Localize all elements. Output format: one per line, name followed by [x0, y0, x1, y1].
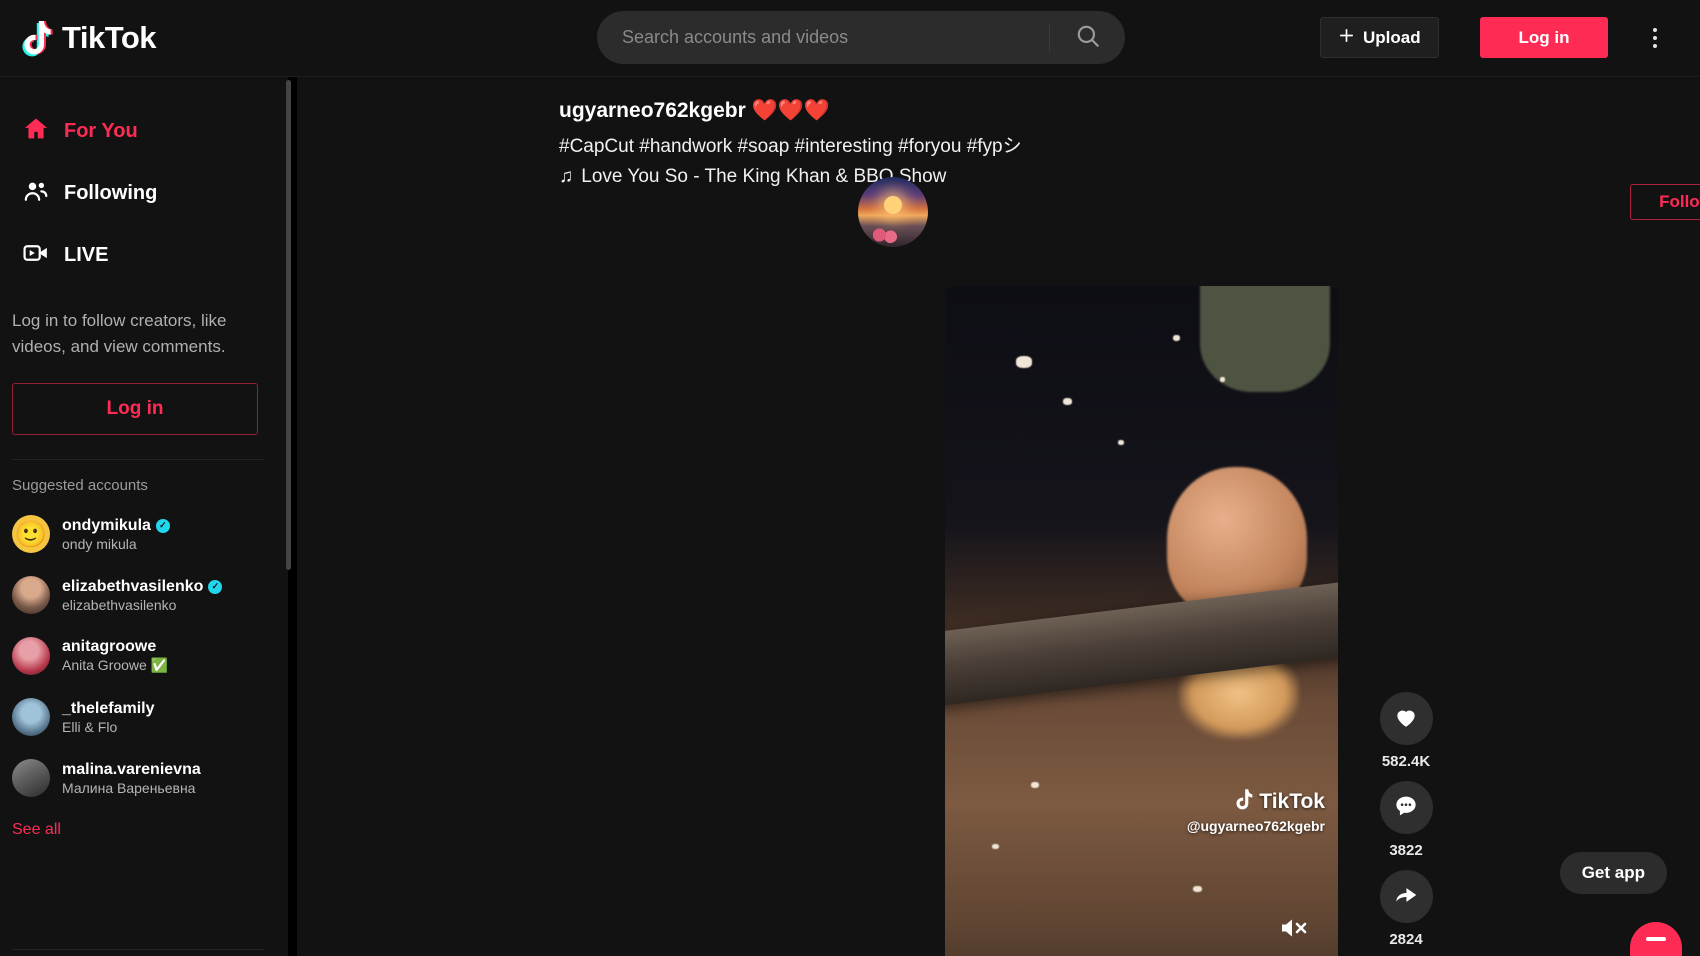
list-item[interactable]: malina.varenievna Малина Вареньевна: [0, 748, 288, 809]
share-button[interactable]: [1379, 870, 1433, 923]
sidebar-bottom-divider: [12, 949, 264, 950]
comment-button[interactable]: [1379, 781, 1433, 834]
sidebar-item-following[interactable]: Following: [0, 162, 288, 224]
mute-toggle-button[interactable]: [1277, 914, 1311, 944]
account-display-name: Anita Groowe ✅: [62, 657, 169, 674]
comment-count: 3822: [1389, 842, 1423, 859]
like-button[interactable]: [1379, 692, 1433, 745]
like-count: 582.4K: [1381, 753, 1431, 770]
avatar: 🙂: [12, 515, 50, 554]
verified-badge-icon: ✓: [208, 579, 223, 594]
speaker-muted-icon: [1279, 915, 1309, 944]
share-count: 2824: [1389, 931, 1423, 948]
comment-icon: [1393, 793, 1419, 822]
follow-button[interactable]: Follow: [1630, 184, 1700, 220]
sidebar-item-live[interactable]: LIVE: [0, 224, 288, 286]
heart-icon: [1393, 704, 1419, 733]
kebab-menu-icon[interactable]: [1640, 22, 1670, 54]
list-item[interactable]: 🙂 ondymikula ✓ ondy mikula: [0, 504, 288, 565]
avatar: [12, 637, 50, 676]
left-sidebar: For You Following LIVE Log in to follow …: [0, 77, 288, 956]
video-feed: ugyarneo762kgebr ❤️❤️❤️ #CapCut #handwor…: [297, 77, 1700, 956]
post-music-row[interactable]: ♫ Love You So - The King Khan & BBQ Show: [559, 166, 1700, 188]
plus-icon: [1338, 27, 1355, 49]
search-input[interactable]: [597, 27, 1049, 48]
comment-action: 3822: [1370, 781, 1442, 859]
account-display-name: ondy mikula: [62, 535, 137, 552]
account-username: elizabethvasilenko: [62, 577, 204, 595]
sidebar-divider: [12, 458, 264, 460]
share-action: 2824: [1370, 870, 1442, 948]
people-icon: [22, 177, 50, 210]
sunset-sun: [884, 196, 902, 214]
header-login-button[interactable]: Log in: [1480, 17, 1608, 58]
post-author-username[interactable]: ugyarneo762kgebr ❤️❤️❤️: [559, 99, 830, 123]
sidebar-label-following: Following: [64, 181, 158, 204]
sidebar-item-for-you[interactable]: For You: [0, 100, 288, 162]
account-username: malina.varenievna: [62, 760, 201, 778]
list-item[interactable]: anitagroowe Anita Groowe ✅: [0, 626, 288, 687]
login-prompt-text: Log in to follow creators, like videos, …: [12, 311, 227, 357]
account-display-name: elizabethvasilenko: [62, 596, 177, 613]
minimize-icon: [1646, 937, 1666, 941]
see-all-link[interactable]: See all: [12, 821, 288, 839]
sidebar-label-live: LIVE: [64, 243, 109, 266]
home-icon: [22, 115, 50, 148]
sidebar-label-for-you: For You: [64, 119, 138, 142]
post-action-rail: 582.4K 3822 2824: [1370, 692, 1442, 956]
avatar: [12, 698, 50, 737]
video-sleeve: [1200, 286, 1331, 393]
feed-post: ugyarneo762kgebr ❤️❤️❤️ #CapCut #handwor…: [297, 77, 1700, 956]
tiktok-note-icon: [22, 19, 55, 57]
tiktok-logo[interactable]: TikTok: [22, 19, 252, 57]
sunset-flowers: [870, 226, 899, 244]
list-item[interactable]: _thelefamily Elli & Flo: [0, 687, 288, 748]
tiktok-wordmark: TikTok: [62, 20, 157, 55]
search-icon: [1075, 23, 1101, 52]
account-username: anitagroowe: [62, 638, 157, 656]
upload-label: Upload: [1363, 27, 1421, 47]
post-caption: #CapCut #handwork #soap #interesting #fo…: [559, 136, 1022, 157]
sidebar-login-button[interactable]: Log in: [12, 382, 258, 435]
list-item[interactable]: elizabethvasilenko ✓ elizabethvasilenko: [0, 565, 288, 626]
search-button[interactable]: [1050, 11, 1125, 64]
like-action: 582.4K: [1370, 692, 1442, 770]
account-username: _thelefamily: [62, 699, 155, 717]
music-note-icon: ♫: [559, 166, 574, 187]
suggested-accounts-title: Suggested accounts: [12, 476, 148, 494]
search-bar[interactable]: [597, 11, 1125, 64]
share-icon: [1393, 882, 1419, 911]
upload-button[interactable]: Upload: [1320, 17, 1439, 58]
account-display-name: Малина Вареньевна: [62, 779, 196, 796]
avatar: [12, 576, 50, 615]
post-author-avatar[interactable]: [858, 177, 928, 247]
verified-badge-icon: ✓: [155, 518, 170, 533]
sidebar-scrollbar[interactable]: [286, 80, 291, 570]
avatar: [12, 759, 50, 798]
top-header: TikTok Upload Log in: [0, 0, 1700, 77]
live-video-icon: [22, 239, 50, 272]
account-username: ondymikula: [62, 516, 151, 534]
video-player[interactable]: TikTok @ugyarneo762kgebr: [945, 286, 1338, 956]
account-display-name: Elli & Flo: [62, 718, 118, 735]
get-app-button[interactable]: Get app: [1559, 852, 1667, 894]
